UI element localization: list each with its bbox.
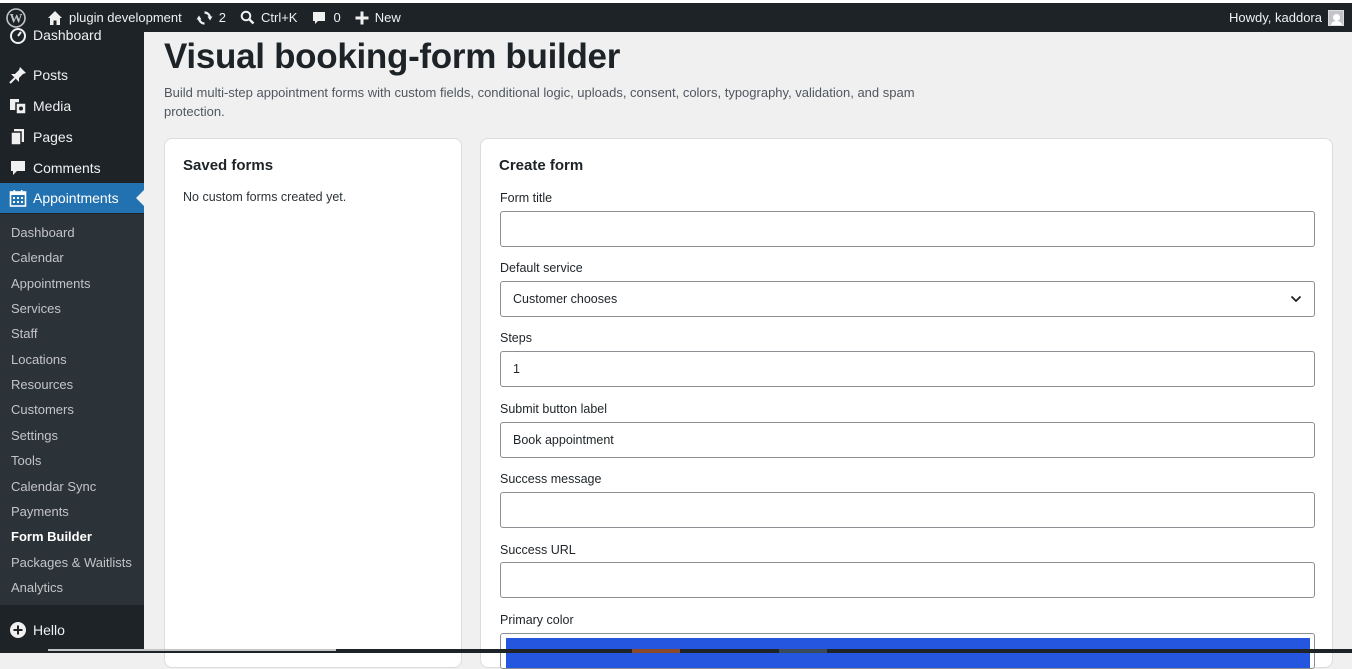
menu-pages[interactable]: Pages (0, 122, 144, 152)
plus-circle-icon (8, 620, 28, 640)
submit-label-input[interactable] (500, 422, 1315, 458)
menu-appointments[interactable]: Appointments (0, 183, 144, 213)
menu-label: Comments (33, 160, 101, 176)
success-message-label: Success message (500, 472, 602, 486)
page-description: Build multi-step appointment forms with … (164, 85, 915, 119)
default-service-value: Customer chooses (513, 292, 618, 306)
comments-link[interactable]: 0 (304, 3, 347, 32)
menu-dashboard[interactable]: Dashboard (0, 20, 144, 50)
search-icon (240, 10, 255, 25)
steps-label: Steps (500, 331, 532, 345)
submenu-settings[interactable]: Settings (11, 428, 58, 443)
admin-sidebar: Dashboard Posts Media Pages Comments App… (0, 27, 144, 653)
scrollbar-thumb[interactable] (48, 649, 336, 651)
greeting: Howdy, kaddora (1229, 10, 1322, 25)
submenu-locations[interactable]: Locations (11, 352, 67, 367)
appointments-submenu: Dashboard Calendar Appointments Services… (0, 214, 144, 605)
menu-label: Hello (33, 622, 65, 638)
submenu-services[interactable]: Services (11, 301, 61, 316)
steps-input[interactable] (500, 351, 1315, 387)
new-label: New (374, 10, 401, 25)
saved-forms-card: Saved forms No custom forms created yet. (164, 138, 462, 668)
updates-link[interactable]: 2 (189, 3, 233, 32)
submenu-payments[interactable]: Payments (11, 504, 69, 519)
submit-label-label: Submit button label (500, 402, 608, 416)
menu-label: Posts (33, 67, 69, 83)
create-form-heading: Create form (499, 157, 584, 174)
account-menu[interactable]: Howdy, kaddora (1222, 3, 1352, 32)
pin-icon (8, 65, 28, 85)
submenu-appointments[interactable]: Appointments (11, 276, 91, 291)
submenu-resources[interactable]: Resources (11, 377, 73, 392)
menu-posts[interactable]: Posts (0, 60, 144, 90)
plus-icon (355, 11, 369, 24)
menu-label: Pages (33, 129, 73, 145)
main-content: Visual booking-form builder Build multi-… (144, 32, 1352, 669)
default-service-label: Default service (500, 261, 583, 275)
submenu-customers[interactable]: Customers (11, 402, 74, 417)
submenu-dashboard[interactable]: Dashboard (11, 225, 75, 240)
menu-label: Media (33, 98, 72, 114)
submenu-calendar[interactable]: Calendar (11, 250, 64, 265)
pages-icon (8, 127, 28, 147)
submenu-packages-waitlists[interactable]: Packages & Waitlists (11, 555, 132, 570)
submenu-calendar-sync[interactable]: Calendar Sync (11, 479, 96, 494)
page-title: Visual booking-form builder (164, 37, 621, 76)
comment-icon (313, 11, 326, 24)
updates-icon (196, 10, 213, 25)
submenu-form-builder[interactable]: Form Builder (11, 529, 92, 544)
taskbar-strip-a (632, 649, 680, 653)
success-message-input[interactable] (500, 492, 1315, 528)
primary-color-label: Primary color (500, 613, 574, 627)
comment-icon (8, 158, 28, 178)
success-url-input[interactable] (500, 562, 1315, 598)
success-url-label: Success URL (500, 543, 576, 557)
form-title-input[interactable] (500, 211, 1315, 247)
saved-forms-empty-text: No custom forms created yet. (183, 190, 347, 204)
taskbar-strip-b (779, 649, 827, 653)
admin-bar: W plugin development 2 Ctrl+K 0 New Howd… (0, 3, 1352, 32)
form-title-label: Form title (500, 191, 553, 205)
comments-count: 0 (333, 10, 341, 25)
calendar-icon (8, 188, 28, 208)
submenu-tools[interactable]: Tools (11, 453, 41, 468)
saved-forms-heading: Saved forms (183, 157, 274, 174)
dashboard-icon (8, 25, 28, 45)
menu-label: Dashboard (33, 27, 102, 43)
default-service-select[interactable]: Customer chooses (500, 281, 1315, 317)
search-shortcut-link[interactable]: Ctrl+K (233, 3, 304, 32)
chevron-down-icon (1290, 295, 1302, 303)
new-content-link[interactable]: New (348, 3, 408, 32)
updates-count: 2 (218, 10, 226, 25)
avatar (1328, 9, 1344, 26)
menu-comments[interactable]: Comments (0, 153, 144, 183)
menu-label: Appointments (33, 190, 119, 206)
menu-hello[interactable]: Hello (0, 615, 144, 645)
submenu-staff[interactable]: Staff (11, 326, 38, 341)
submenu-analytics[interactable]: Analytics (11, 580, 63, 595)
primary-color-swatch (506, 638, 1310, 668)
menu-media[interactable]: Media (0, 91, 144, 121)
media-icon (8, 96, 28, 116)
create-form-card: Create form Form title Default service C… (480, 138, 1333, 669)
search-shortcut: Ctrl+K (260, 10, 298, 25)
